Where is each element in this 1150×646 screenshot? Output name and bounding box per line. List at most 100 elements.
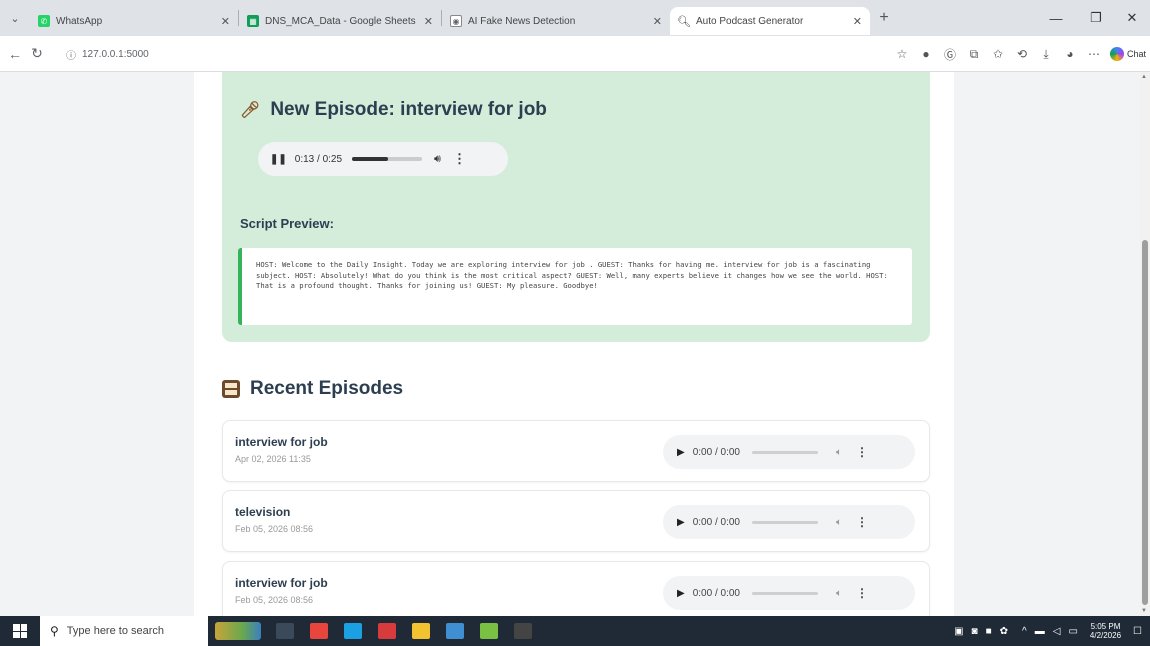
- more-options-icon[interactable]: ⋮: [453, 151, 466, 167]
- system-clock[interactable]: 5:05 PM 4/2/2026: [1090, 622, 1121, 640]
- show-hidden-icons[interactable]: ^: [1022, 626, 1027, 637]
- close-icon[interactable]: ✕: [221, 15, 230, 28]
- progress-bar[interactable]: [751, 450, 818, 454]
- address-bar[interactable]: ⓘ 127.0.0.1:5000: [66, 42, 801, 66]
- progress-bar[interactable]: [751, 591, 818, 595]
- taskbar-app-task-view[interactable]: [268, 616, 302, 646]
- bookmark-star-icon[interactable]: ☆: [891, 47, 913, 61]
- volume-icon[interactable]: 🔈︎: [836, 447, 842, 458]
- restore-button[interactable]: ❐: [1076, 0, 1116, 36]
- episode-audio-player[interactable]: ▶ 0:00 / 0:00 🔈︎ ⋮: [663, 505, 915, 539]
- globe-icon: ◉: [450, 15, 462, 27]
- page-viewport: 🎤︎ New Episode: interview for job ❚❚ 0:1…: [0, 72, 1150, 616]
- tab-search-icon[interactable]: ⌄: [0, 0, 30, 36]
- play-icon[interactable]: ▶: [677, 517, 685, 528]
- more-options-icon[interactable]: ⋮: [856, 586, 868, 600]
- reload-icon[interactable]: ↻: [26, 45, 48, 62]
- start-button[interactable]: [0, 616, 40, 646]
- play-icon[interactable]: ▶: [677, 447, 685, 458]
- recent-episodes-heading: Recent Episodes: [222, 378, 403, 400]
- tray-camera-icon[interactable]: ◙: [972, 626, 978, 637]
- tab-whatsapp[interactable]: ✆ WhatsApp ✕: [30, 7, 238, 35]
- volume-icon[interactable]: 🔈︎: [836, 588, 842, 599]
- close-icon[interactable]: ✕: [853, 15, 862, 28]
- close-icon[interactable]: ✕: [424, 15, 433, 28]
- tab-title: WhatsApp: [56, 15, 103, 27]
- episode-audio-player[interactable]: ▶ 0:00 / 0:00 🔈︎ ⋮: [663, 576, 915, 610]
- taskbar-app-notepad-green[interactable]: [472, 616, 506, 646]
- scroll-up-icon[interactable]: ▲: [1141, 74, 1147, 80]
- episode-title: interview for job: [235, 576, 328, 590]
- search-icon: ⚲: [50, 624, 59, 638]
- episode-date: Feb 05, 2026 08:56: [235, 595, 314, 605]
- sheets-icon: ▦: [247, 15, 259, 27]
- taskbar-search[interactable]: ⚲ Type here to search: [40, 616, 208, 646]
- taskbar-app-word-like[interactable]: [370, 616, 404, 646]
- chat-button[interactable]: Chat: [1109, 47, 1146, 61]
- taskbar-apps: [268, 616, 540, 646]
- downloads-icon[interactable]: ⤓: [1035, 47, 1057, 62]
- tab-google-sheets[interactable]: ▦ DNS_MCA_Data - Google Sheets ✕: [239, 7, 441, 35]
- profile-avatar-icon[interactable]: ◕: [1059, 47, 1081, 61]
- tab-fake-news[interactable]: ◉ AI Fake News Detection ✕: [442, 7, 670, 35]
- page-scrollbar[interactable]: ▲ ▼: [1140, 72, 1150, 616]
- more-menu-icon[interactable]: ⋯: [1083, 47, 1105, 61]
- window-close-button[interactable]: ✕: [1112, 0, 1150, 36]
- tab-title: AI Fake News Detection: [468, 15, 576, 27]
- script-preview-label: Script Preview:: [240, 216, 334, 231]
- progress-bar[interactable]: [352, 157, 423, 161]
- extension-puzzle-icon[interactable]: ⧉: [963, 47, 985, 62]
- system-tray: ▣ ◙ ■ ✿ ^ ▬ ◁ ▭ 5:05 PM 4/2/2026 ☐: [950, 616, 1150, 646]
- minimize-button[interactable]: —: [1036, 0, 1076, 36]
- progress-bar[interactable]: [751, 520, 818, 524]
- audio-player[interactable]: ❚❚ 0:13 / 0:25 🔊︎ ⋮: [258, 142, 508, 176]
- notifications-icon[interactable]: ☐: [1133, 626, 1142, 637]
- play-icon[interactable]: ▶: [677, 588, 685, 599]
- chat-label: Chat: [1126, 49, 1146, 59]
- extension-dark-icon[interactable]: ●: [915, 47, 937, 61]
- tray-settings-icon[interactable]: ✿: [1000, 626, 1008, 637]
- tray-video-icon[interactable]: ■: [986, 626, 992, 637]
- tab-strip: ⌄ ✆ WhatsApp ✕ ▦ DNS_MCA_Data - Google S…: [0, 0, 1150, 36]
- taskbar-app-folder[interactable]: [404, 616, 438, 646]
- scroll-down-icon[interactable]: ▼: [1141, 608, 1147, 614]
- episode-audio-player[interactable]: ▶ 0:00 / 0:00 🔈︎ ⋮: [663, 435, 915, 469]
- episode-title: television: [235, 505, 291, 519]
- speaker-icon[interactable]: ◁: [1053, 626, 1061, 637]
- keyboard-icon[interactable]: ▭: [1068, 626, 1077, 637]
- volume-icon[interactable]: 🔈︎: [836, 517, 842, 528]
- episode-title: interview for job: [235, 435, 328, 449]
- close-icon[interactable]: ✕: [653, 15, 662, 28]
- search-placeholder: Type here to search: [66, 625, 165, 637]
- volume-icon[interactable]: 🔊︎: [434, 153, 441, 166]
- scrollbar-thumb[interactable]: [1142, 240, 1148, 605]
- task-view-icon: [276, 623, 294, 639]
- word-like-icon: [378, 623, 396, 639]
- pause-icon[interactable]: ❚❚: [270, 154, 287, 165]
- favorites-icon[interactable]: ✩: [987, 47, 1009, 61]
- weather-icon: [215, 622, 261, 640]
- tab-podcast-generator[interactable]: 🔍︎ Auto Podcast Generator ✕: [670, 7, 870, 35]
- player-time: 0:00 / 0:00: [692, 516, 740, 528]
- weather-widget[interactable]: [208, 616, 268, 646]
- taskbar-app-edge[interactable]: [336, 616, 370, 646]
- back-icon[interactable]: ←: [4, 46, 26, 62]
- episode-card: interview for job Apr 02, 2026 11:35 ▶ 0…: [222, 420, 930, 482]
- tray-app-icon[interactable]: ▣: [954, 626, 963, 637]
- history-icon[interactable]: ⟲: [1011, 47, 1033, 61]
- more-options-icon[interactable]: ⋮: [856, 445, 868, 459]
- taskbar-app-chrome[interactable]: [302, 616, 336, 646]
- taskbar-app-anaconda[interactable]: [438, 616, 472, 646]
- windows-logo-icon: [13, 624, 27, 638]
- extension-c-icon[interactable]: Ⓖ: [939, 46, 961, 63]
- network-icon[interactable]: ▬: [1035, 626, 1045, 637]
- new-episode-heading: 🎤︎ New Episode: interview for job: [240, 99, 547, 121]
- progress-fill: [352, 157, 389, 161]
- whatsapp-icon: ✆: [38, 15, 50, 27]
- new-tab-button[interactable]: +: [870, 9, 898, 27]
- site-info-icon[interactable]: ⓘ: [66, 47, 76, 62]
- notepad-green-icon: [480, 623, 498, 639]
- more-options-icon[interactable]: ⋮: [856, 515, 868, 529]
- taskbar-app-terminal[interactable]: [506, 616, 540, 646]
- chrome-icon: [310, 623, 328, 639]
